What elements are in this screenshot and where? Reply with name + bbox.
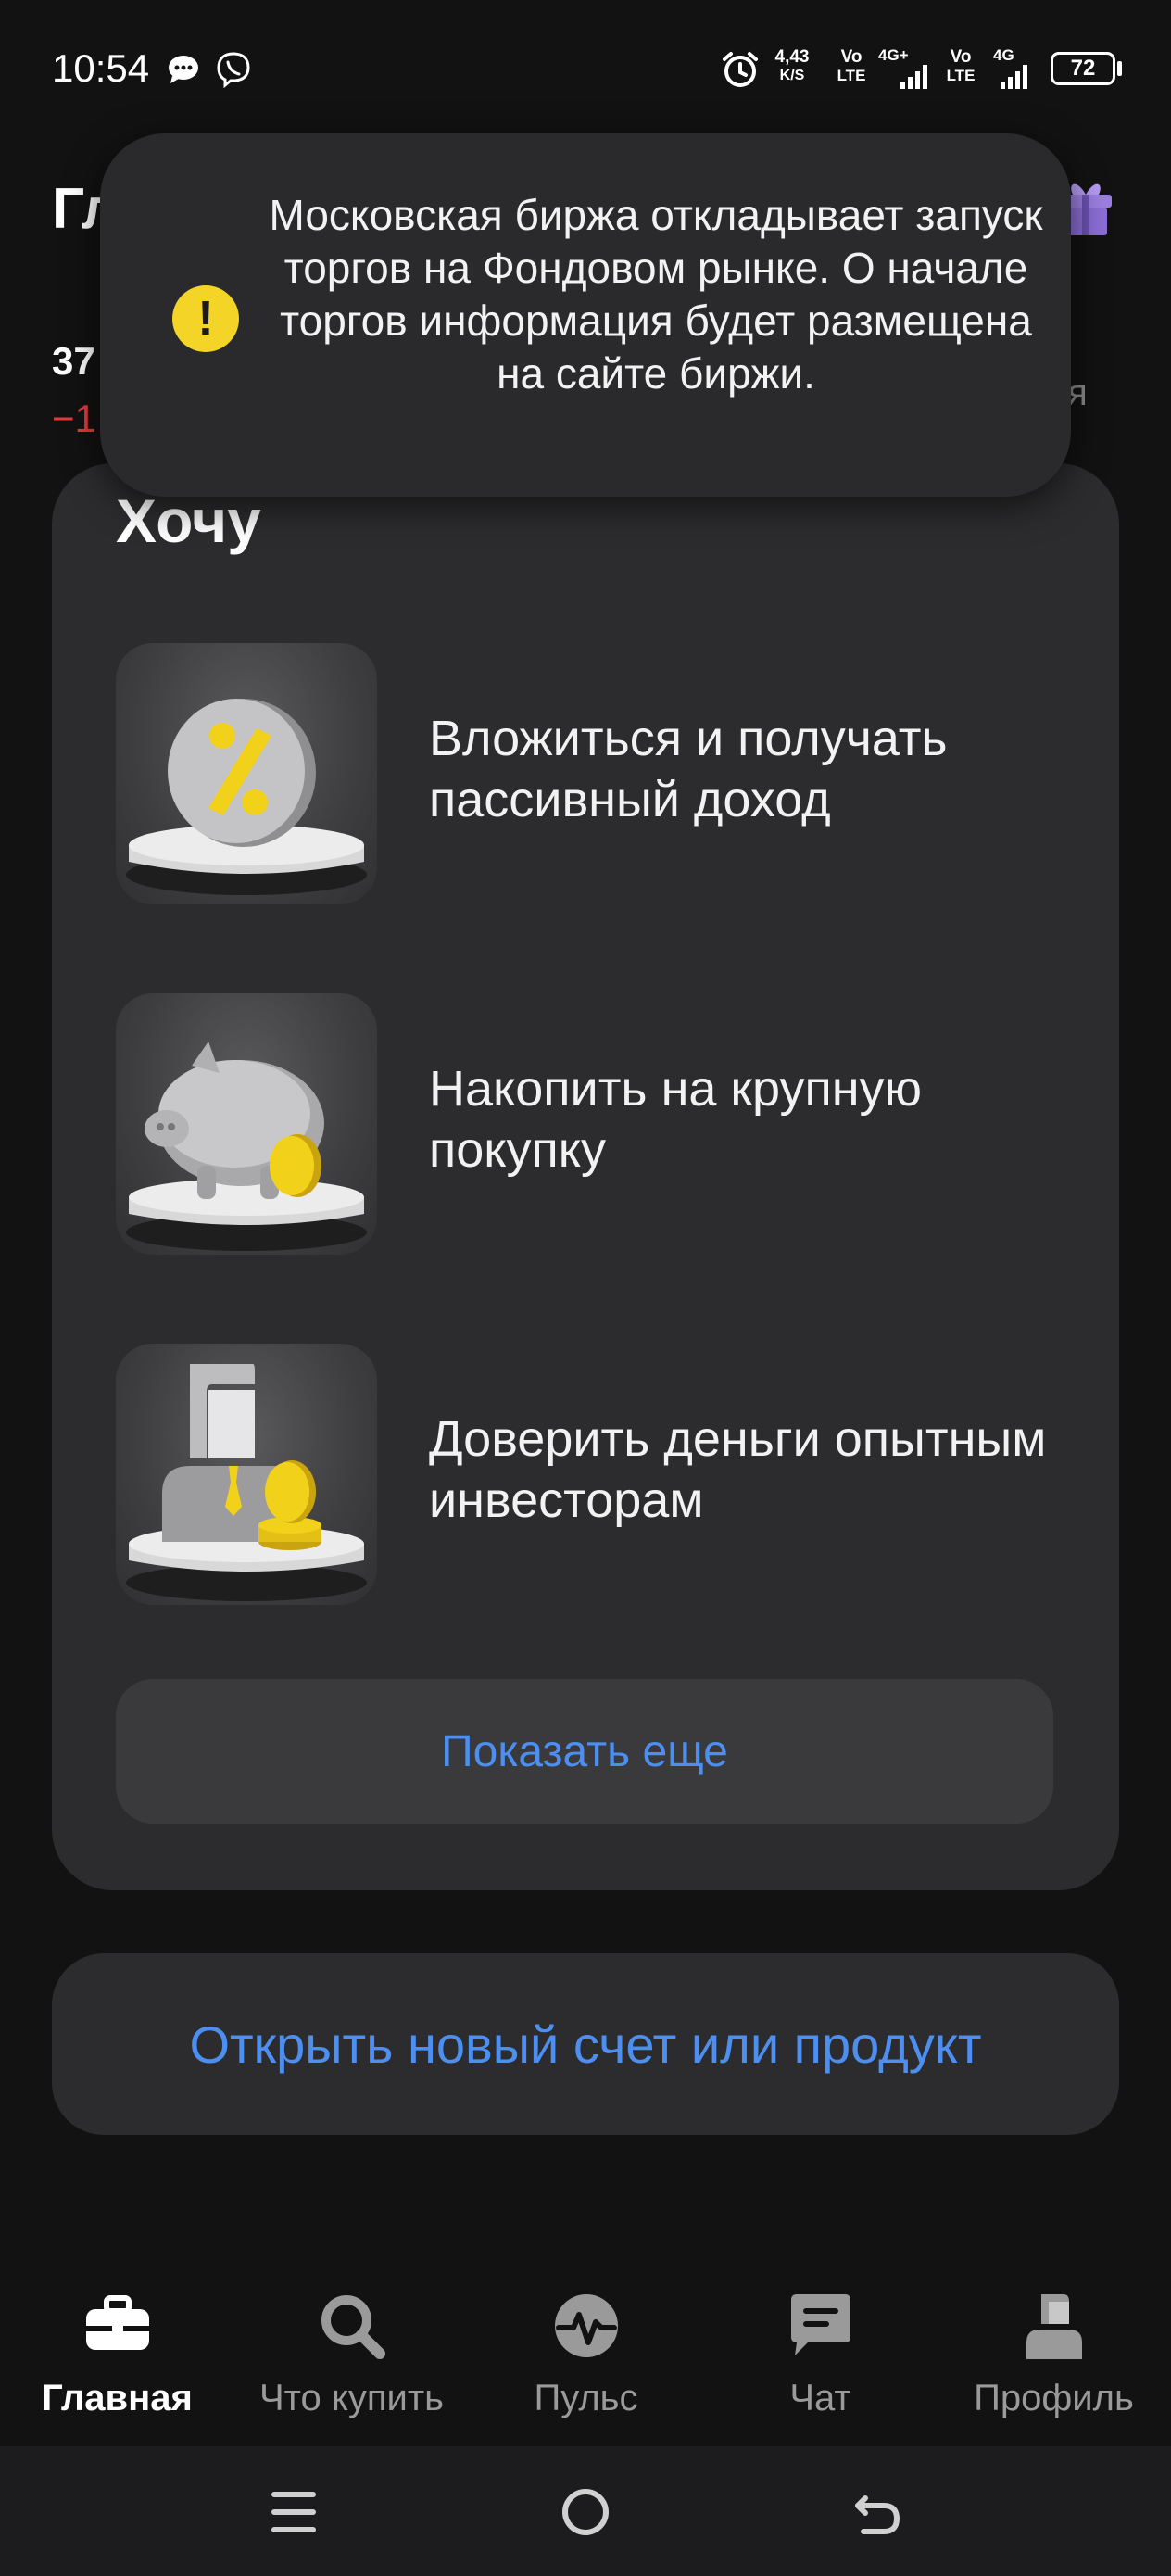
want-item-trust-investors[interactable]: Доверить деньги опытным инвесторам (116, 1344, 1098, 1605)
briefcase-icon (85, 2295, 149, 2350)
status-time: 10:54 (52, 46, 150, 90)
sim1-generation: 4G+ (878, 46, 909, 64)
home-circle-icon[interactable] (553, 2480, 618, 2544)
warning-icon: ! (172, 285, 239, 352)
net-speed: 4,43 K/S (774, 47, 810, 84)
back-icon[interactable] (845, 2480, 910, 2544)
toast-message: Московская биржа откладывает запуск торг… (269, 191, 1043, 398)
battery-icon: 72 (1051, 52, 1115, 85)
battery-level: 72 (1070, 56, 1096, 81)
nav-home[interactable]: Главная (0, 2289, 234, 2428)
chat-icon (790, 2294, 850, 2355)
battery-tip (1117, 61, 1122, 76)
portfolio-balance: 37 (52, 339, 95, 383)
want-item-label: Доверить деньги опытным инвесторам (429, 1411, 1047, 1528)
menu-icon[interactable] (261, 2480, 326, 2544)
open-account-button[interactable]: Открыть новый счет или продукт (52, 1953, 1119, 2135)
nav-label: Чат (789, 2378, 851, 2418)
profile-icon (1026, 2294, 1082, 2359)
nav-label: Что купить (258, 2378, 444, 2418)
alarm-icon (723, 52, 758, 87)
piggy-bank-icon (116, 993, 377, 1255)
search-icon (321, 2295, 385, 2359)
nav-profile[interactable]: Профиль (937, 2289, 1171, 2428)
investor-icon (116, 1344, 377, 1605)
chat-bubble-icon (169, 56, 198, 83)
signal-icon (900, 65, 927, 89)
nav-chat[interactable]: Чат (703, 2289, 938, 2428)
nav-label: Профиль (974, 2378, 1134, 2418)
nav-label: Пульс (534, 2378, 638, 2418)
sim1-volte: Vo LTE (837, 47, 866, 85)
nav-label: Главная (42, 2378, 193, 2418)
want-item-label: Накопить на крупную покупку (429, 1061, 923, 1178)
sim2-generation: 4G (993, 46, 1014, 64)
pulse-icon (554, 2294, 618, 2357)
portfolio-change: −1 (52, 397, 96, 440)
percent-icon (116, 643, 377, 904)
exchange-notice-toast[interactable]: ! Московская биржа откладывает запуск то… (100, 133, 1071, 497)
sim2-volte: Vo LTE (946, 47, 976, 85)
viber-icon (217, 52, 250, 88)
want-item-big-purchase[interactable]: Накопить на крупную покупку (116, 993, 1098, 1255)
want-item-passive-income[interactable]: Вложиться и получать пассивный доход (116, 643, 1098, 904)
nav-pulse[interactable]: Пульс (469, 2289, 703, 2428)
show-more-button[interactable]: Показать еще (116, 1679, 1053, 1824)
want-item-label: Вложиться и получать пассивный доход (429, 711, 948, 827)
signal-2-icon (1001, 65, 1027, 89)
nav-what-to-buy[interactable]: Что купить (234, 2289, 469, 2428)
